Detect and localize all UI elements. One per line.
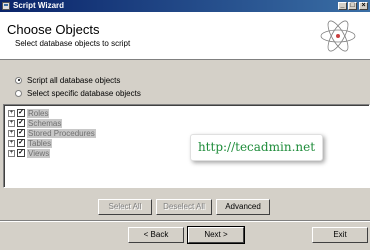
- tree-item-schemas[interactable]: + ✓ Schemas: [8, 118, 63, 128]
- close-button[interactable]: ×: [359, 2, 368, 10]
- next-button[interactable]: Next >: [187, 226, 245, 244]
- tree-item-roles[interactable]: + ✓ Roles: [8, 108, 50, 118]
- checkbox[interactable]: ✓: [17, 119, 25, 127]
- tree-item-stored-procedures[interactable]: + ✓ Stored Procedures: [8, 128, 96, 138]
- radio-button[interactable]: [15, 89, 22, 97]
- window-title: Script Wizard: [13, 1, 65, 10]
- minimize-button[interactable]: _: [338, 2, 347, 10]
- watermark-label: http://tecadmin.net: [190, 134, 323, 161]
- expand-icon[interactable]: +: [8, 129, 15, 137]
- back-button[interactable]: < Back: [128, 227, 184, 243]
- expand-icon[interactable]: +: [8, 119, 15, 127]
- atom-icon: [320, 20, 356, 52]
- select-all-button[interactable]: Select All: [98, 199, 152, 215]
- radio-button-selected[interactable]: [15, 76, 22, 84]
- option-script-all-label: Script all database objects: [27, 75, 121, 85]
- option-script-specific-label: Select specific database objects: [27, 88, 141, 98]
- checkbox[interactable]: ✓: [17, 149, 25, 157]
- page-title: Choose Objects: [7, 22, 100, 37]
- navigation-bar: < Back Next > Exit: [0, 220, 370, 250]
- tree-item-label: Schemas: [27, 118, 63, 128]
- tree-item-label: Tables: [27, 138, 53, 148]
- expand-icon[interactable]: +: [8, 149, 15, 157]
- tree-item-tables[interactable]: + ✓ Tables: [8, 138, 53, 148]
- checkbox[interactable]: ✓: [17, 109, 25, 117]
- maximize-button[interactable]: □: [348, 2, 357, 10]
- exit-button[interactable]: Exit: [312, 227, 368, 243]
- advanced-button[interactable]: Advanced: [216, 199, 270, 215]
- tree-item-label: Views: [27, 148, 51, 158]
- option-script-all[interactable]: Script all database objects: [15, 75, 120, 85]
- deselect-all-button[interactable]: Deselect All: [156, 199, 212, 215]
- checkbox[interactable]: ✓: [17, 129, 25, 137]
- page-subtitle: Select database objects to script: [15, 39, 131, 48]
- app-icon: [2, 2, 10, 10]
- option-script-specific[interactable]: Select specific database objects: [15, 88, 141, 98]
- wizard-header: Choose Objects Select database objects t…: [0, 12, 370, 60]
- tree-item-label: Roles: [27, 108, 50, 118]
- expand-icon[interactable]: +: [8, 109, 15, 117]
- tree-item-label: Stored Procedures: [27, 128, 96, 138]
- window-titlebar: Script Wizard _ □ ×: [0, 0, 370, 12]
- expand-icon[interactable]: +: [8, 139, 15, 147]
- tree-item-views[interactable]: + ✓ Views: [8, 148, 51, 158]
- checkbox[interactable]: ✓: [17, 139, 25, 147]
